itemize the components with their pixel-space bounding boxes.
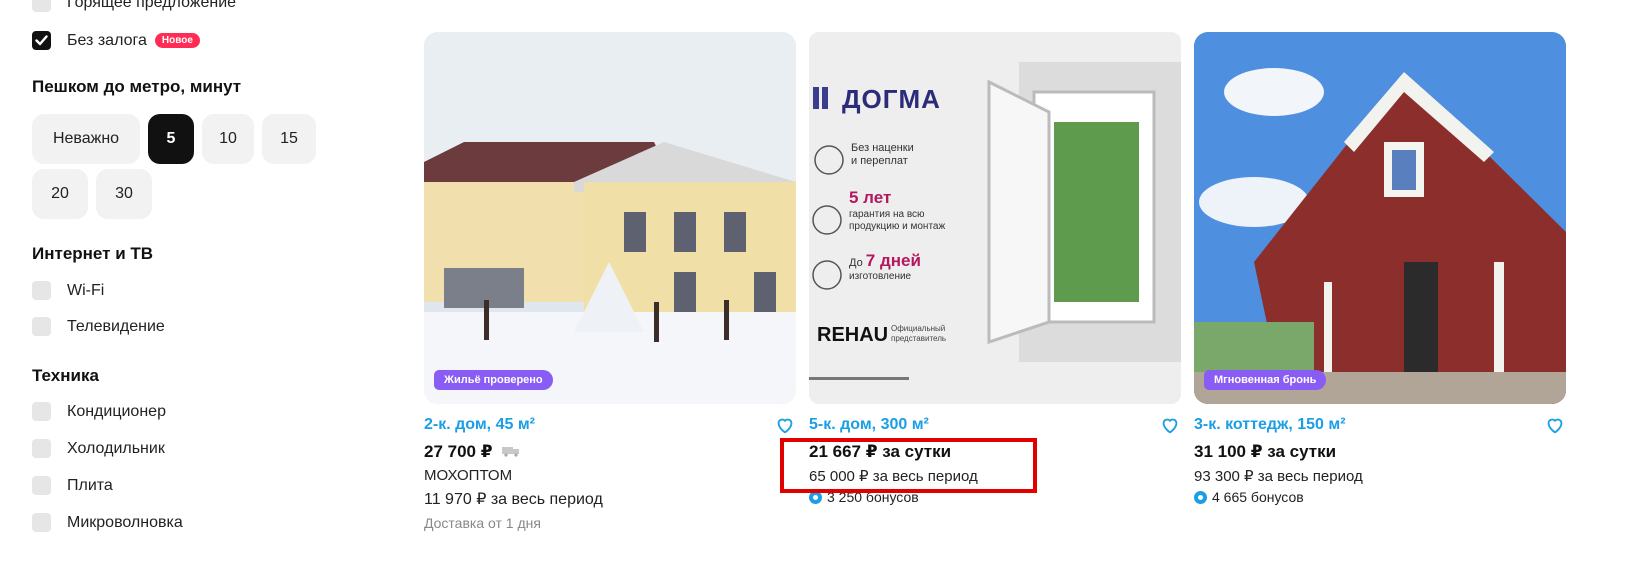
ad-days: До 7 дней изготовление	[849, 251, 921, 282]
listing-title[interactable]: 2-к. дом, 45 м²	[424, 416, 535, 434]
checkbox-wifi[interactable]	[32, 281, 51, 300]
checkmark-icon	[35, 35, 48, 46]
delivery-info: Доставка от 1 дня	[424, 515, 541, 531]
seller-name[interactable]: МОХОПТОМ	[424, 467, 796, 484]
listing-card[interactable]: Мгновенная бронь 3-к. коттедж, 150 м² 31…	[1194, 32, 1566, 505]
internet-tv-title: Интернет и ТВ	[32, 244, 154, 263]
ad-brand-logo: ДОГМА	[842, 84, 941, 114]
ad-days-prefix: До	[849, 257, 863, 269]
heart-icon[interactable]	[1544, 414, 1566, 436]
ad-days-value: 7 дней	[865, 251, 921, 270]
heart-icon[interactable]	[1159, 414, 1181, 436]
checkbox-fridge[interactable]	[32, 439, 51, 458]
listing-photo[interactable]: Мгновенная бронь	[1194, 32, 1566, 404]
metro-option-any[interactable]: Неважно	[32, 114, 140, 164]
metro-walk-title: Пешком до метро, минут	[32, 77, 242, 96]
filter-microwave[interactable]: Микроволновка	[32, 513, 183, 532]
ad-warranty-line-1: гарантия на всю	[849, 209, 925, 220]
listing-photo[interactable]: Жильё проверено	[424, 32, 796, 404]
filter-stove-label: Плита	[67, 476, 113, 494]
listing-price-value: 27 700 ₽	[424, 442, 493, 461]
instant-booking-badge: Мгновенная бронь	[1204, 370, 1327, 390]
cottage-photo-image	[1194, 32, 1566, 404]
ad-years: 5 лет	[849, 188, 892, 207]
checkbox-microwave[interactable]	[32, 513, 51, 532]
filter-tv[interactable]: Телевидение	[32, 317, 165, 336]
filter-fridge-label: Холодильник	[67, 439, 165, 457]
checkbox-hot-offer[interactable]	[32, 0, 51, 12]
filter-wifi-label: Wi-Fi	[67, 281, 105, 299]
ad-warranty-text: гарантия на всю продукцию и монтаж	[849, 209, 945, 233]
listing-card[interactable]: Жильё проверено 2-к. дом, 45 м² 27 700 ₽…	[424, 32, 796, 531]
ad-official-line-2: представитель	[891, 334, 947, 343]
listing-photo[interactable]: ДОГМА Без наценки и переплат 5 лет гаран…	[809, 32, 1181, 404]
checkbox-stove[interactable]	[32, 476, 51, 495]
filter-fridge[interactable]: Холодильник	[32, 439, 165, 458]
ad-line-1: Без наценки	[851, 142, 914, 154]
filter-air-conditioner[interactable]: Кондиционер	[32, 402, 166, 421]
highlight-box	[780, 438, 1037, 493]
ad-official-line-1: Официальный	[891, 324, 946, 333]
bonus-info: 4 665 бонусов	[1194, 489, 1566, 505]
filter-hot-offer-label: Горящее предложение	[67, 0, 237, 11]
bonus-text: 4 665 бонусов	[1212, 489, 1304, 505]
rehau-logo: REHAU	[817, 324, 889, 346]
delivery-truck-icon	[502, 447, 520, 457]
metro-option-5[interactable]: 5	[148, 114, 194, 164]
filter-air-conditioner-label: Кондиционер	[67, 402, 166, 420]
filter-hot-offer[interactable]: Горящее предложение	[32, 0, 236, 12]
new-badge: Новое	[154, 33, 200, 48]
checkbox-air-conditioner[interactable]	[32, 402, 51, 421]
house-photo-image	[424, 32, 796, 404]
ad-warranty-line-2: продукцию и монтаж	[849, 221, 946, 232]
listing-price: 31 100 ₽ за сутки	[1194, 442, 1337, 461]
metro-option-10[interactable]: 10	[202, 114, 254, 164]
checkbox-no-deposit[interactable]	[32, 31, 51, 50]
ad-no-markup-text: Без наценки и переплат	[851, 142, 914, 168]
metro-option-20[interactable]: 20	[32, 169, 88, 219]
ad-days-suffix: изготовление	[849, 271, 912, 282]
filter-tv-label: Телевидение	[67, 317, 165, 335]
metro-option-15[interactable]: 15	[262, 114, 316, 164]
appliances-title: Техника	[32, 366, 99, 385]
listing-title[interactable]: 3-к. коттедж, 150 м²	[1194, 416, 1346, 434]
verified-badge: Жильё проверено	[434, 370, 553, 390]
listing-price: 27 700 ₽	[424, 442, 796, 462]
filter-stove[interactable]: Плита	[32, 476, 113, 495]
bonus-icon	[1194, 490, 1207, 504]
listing-title[interactable]: 5-к. дом, 300 м²	[809, 416, 929, 434]
listing-card[interactable]: ДОГМА Без наценки и переплат 5 лет гаран…	[809, 32, 1181, 505]
period-price: 93 300 ₽ за весь период	[1194, 468, 1363, 485]
filters-sidebar: Горящее предложение Без залога Новое Пеш…	[0, 0, 360, 565]
ad-official-text: Официальный представитель	[891, 324, 946, 344]
filter-no-deposit[interactable]: Без залога Новое	[32, 31, 200, 50]
checkbox-tv[interactable]	[32, 317, 51, 336]
heart-icon[interactable]	[774, 414, 796, 436]
period-price: 11 970 ₽ за весь период	[424, 491, 603, 508]
metro-option-30[interactable]: 30	[96, 169, 152, 219]
ad-line-2: и переплат	[851, 155, 908, 167]
filter-microwave-label: Микроволновка	[67, 513, 183, 531]
filter-wifi[interactable]: Wi-Fi	[32, 281, 104, 300]
filter-no-deposit-label: Без залога	[67, 31, 147, 49]
